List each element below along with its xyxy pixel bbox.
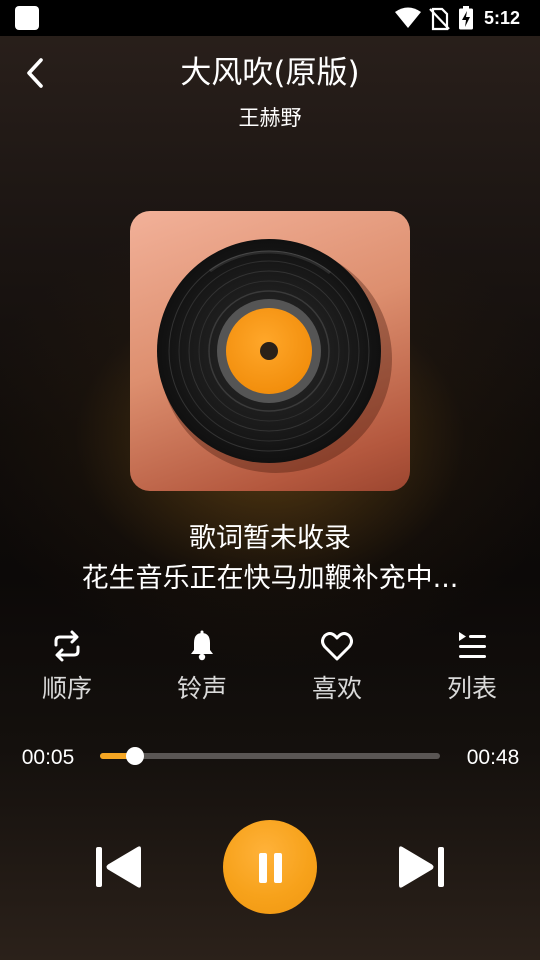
pause-button[interactable] [223,820,317,914]
progress-thumb[interactable] [126,747,145,765]
play-order-label: 顺序 [41,674,92,703]
vinyl-record-icon [157,239,392,473]
playlist-button[interactable]: 列表 [417,628,527,712]
skip-next-icon [399,846,444,888]
playlist-icon [459,632,486,658]
lyrics-line-2: 花生音乐正在快马加鞭补充中... [81,563,459,594]
next-button[interactable] [392,840,450,894]
album-art [130,211,410,491]
bell-icon [191,630,213,661]
heart-icon [321,632,353,661]
favorite-button[interactable]: 喜欢 [282,628,392,712]
lyrics-line-1: 歌词暂未收录 [189,523,351,554]
previous-button[interactable] [90,840,148,894]
back-button[interactable] [16,54,56,94]
favorite-label: 喜欢 [311,674,362,703]
battery-charging-icon [459,6,473,30]
ringtone-label: 铃声 [176,674,227,703]
current-time: 00:05 [21,746,75,769]
pause-bar-right [274,853,282,883]
pause-bar-left [259,853,267,883]
repeat-icon [54,630,80,662]
song-title: 大风吹(原版) [180,55,360,91]
wifi-icon [395,7,421,28]
skip-previous-icon [96,846,141,888]
status-time: 5:12 [484,8,521,28]
progress-slider[interactable] [100,747,440,765]
playlist-label: 列表 [446,674,497,703]
play-order-button[interactable]: 顺序 [12,628,122,712]
chevron-left-icon [27,58,43,88]
artist-name: 王赫野 [238,106,302,130]
no-sim-icon [429,7,450,31]
status-bar: 5:12 [0,0,540,36]
ringtone-button[interactable]: 铃声 [147,628,257,712]
app-square-icon [15,6,39,30]
total-time: 00:48 [466,746,520,769]
player-screen: 5:12 大风吹(原版) 王赫野 歌词暂未收录 花生音乐正在快马加鞭补充中...… [0,0,540,960]
